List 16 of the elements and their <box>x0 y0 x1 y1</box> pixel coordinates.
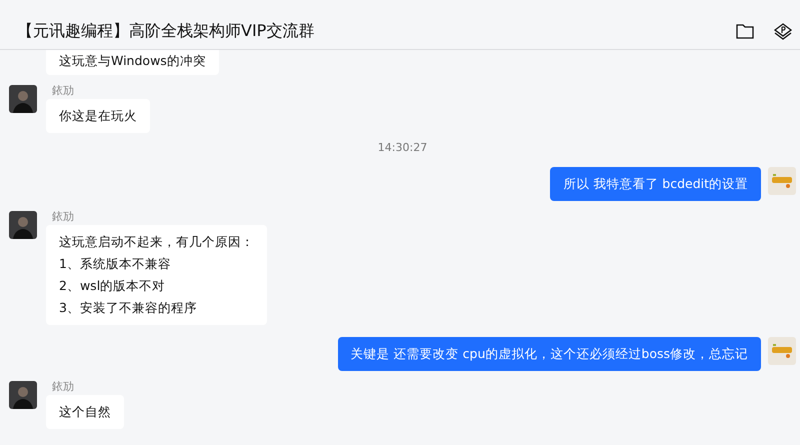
sender-name: 銥劢 <box>52 211 74 223</box>
message-bubble: 关键是 还需要改变 cpu的虚拟化，这个还必须经过boss修改，总忘记 <box>338 337 761 371</box>
message-bubble: 所以 我特意看了 bcdedit的设置 <box>550 167 761 201</box>
sender-name: 銥劢 <box>52 85 74 97</box>
message-bubble: 这个自然 <box>46 395 124 429</box>
avatar[interactable] <box>9 85 37 113</box>
chat-title: 【元讯趣编程】高阶全栈架构师VIP交流群 <box>17 20 316 42</box>
folder-icon[interactable] <box>736 24 754 39</box>
timestamp: 14:30:27 <box>378 141 428 155</box>
message-bubble: 你这是在玩火 <box>46 99 150 133</box>
diamond-icon[interactable] <box>774 22 792 40</box>
avatar[interactable] <box>9 381 37 409</box>
message-bubble: 这玩意启动不起来，有几个原因： 1、系统版本不兼容 2、wsl的版本不对 3、安装了不兼容的程序 <box>46 225 267 325</box>
avatar[interactable] <box>9 211 37 239</box>
sender-name: 銥劢 <box>52 381 74 393</box>
message-bubble: 这玩意与Windows的冲突 <box>46 50 219 75</box>
